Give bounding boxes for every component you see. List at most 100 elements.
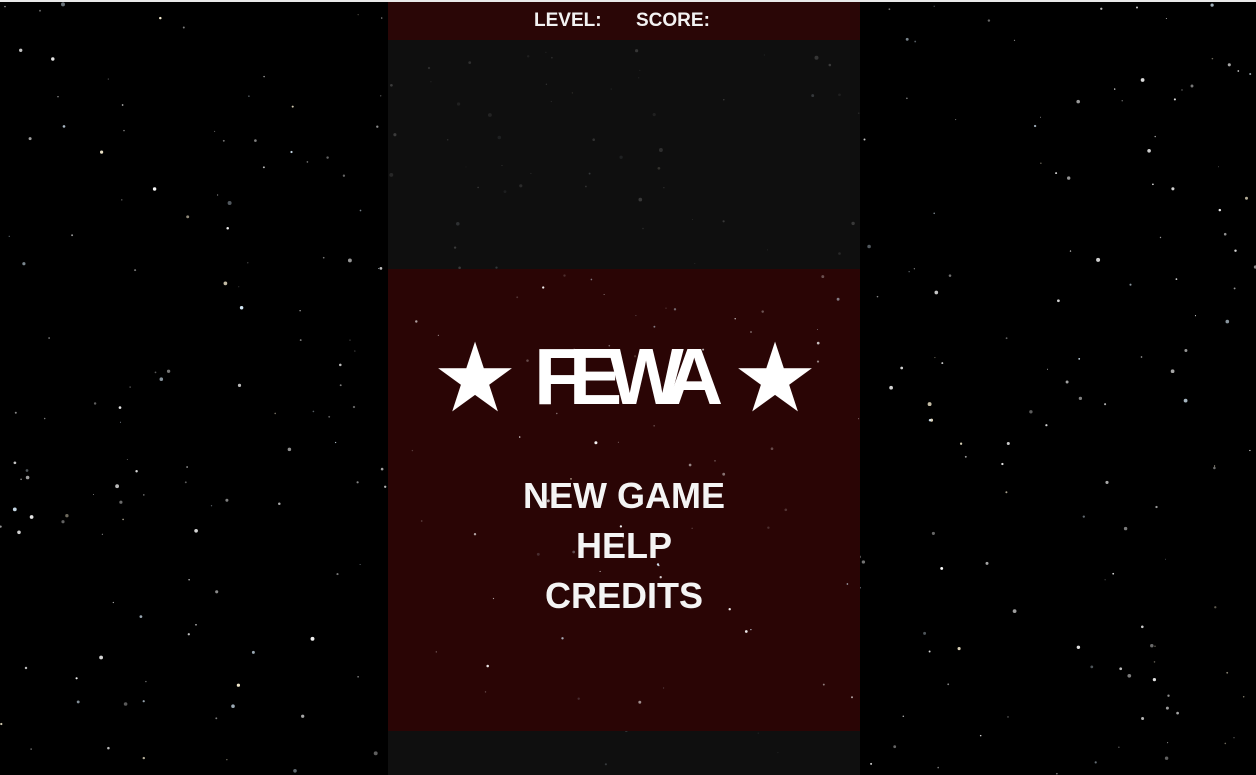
- background-star: [184, 481, 187, 484]
- background-star: [1183, 398, 1188, 403]
- background-star: [1094, 761, 1097, 764]
- background-star: [947, 683, 950, 686]
- background-star: [347, 258, 352, 263]
- background-star: [1112, 572, 1115, 575]
- background-star: [1233, 287, 1236, 290]
- background-star: [1165, 706, 1169, 710]
- background-star: [1153, 661, 1156, 663]
- background-star: [1127, 673, 1132, 678]
- background-star: [322, 256, 325, 259]
- background-star: [948, 274, 952, 277]
- star-icon: ★: [732, 322, 819, 434]
- background-star: [1194, 315, 1197, 317]
- background-star: [1055, 172, 1058, 175]
- background-star: [25, 469, 29, 472]
- background-star: [123, 129, 125, 132]
- background-star: [1165, 17, 1167, 20]
- background-star: [227, 201, 232, 205]
- background-star: [1012, 609, 1017, 613]
- credits-button[interactable]: CREDITS: [388, 574, 860, 618]
- background-star: [142, 756, 145, 760]
- background-star: [57, 95, 59, 98]
- background-star: [714, 460, 716, 462]
- background-star: [121, 199, 123, 201]
- background-star: [1154, 645, 1156, 647]
- score-label: SCORE:: [636, 10, 710, 31]
- background-star: [1167, 694, 1170, 697]
- background-star: [964, 455, 967, 458]
- game-viewport: LEVEL: SCORE: ★ FEWA ★ NEW GAME HELP CRE…: [0, 0, 1256, 775]
- help-button[interactable]: HELP: [388, 524, 860, 568]
- background-star: [836, 297, 840, 301]
- background-star: [1119, 667, 1123, 671]
- background-star: [750, 628, 752, 631]
- background-star: [154, 371, 157, 374]
- background-star: [61, 520, 65, 524]
- background-star: [1155, 505, 1158, 509]
- background-star: [933, 5, 935, 7]
- background-star: [1045, 424, 1048, 427]
- background-star: [101, 533, 103, 535]
- background-star: [222, 139, 225, 142]
- background-star: [1121, 100, 1123, 102]
- background-star: [112, 601, 114, 604]
- background-star: [121, 104, 124, 106]
- background-star: [603, 294, 605, 295]
- background-star: [13, 461, 17, 465]
- background-star: [214, 130, 216, 132]
- background-star: [563, 274, 566, 277]
- background-star: [20, 478, 22, 481]
- background-star: [339, 384, 342, 387]
- background-star: [356, 481, 359, 484]
- background-star: [51, 57, 55, 61]
- background-star: [913, 268, 915, 270]
- background-star: [1211, 57, 1214, 60]
- title-row: ★ FEWA ★: [388, 322, 860, 434]
- background-star: [770, 447, 774, 451]
- background-star: [1224, 742, 1227, 745]
- background-star: [959, 442, 963, 445]
- background-star: [1114, 88, 1116, 90]
- background-star: [1213, 466, 1216, 470]
- background-star: [166, 369, 171, 373]
- background-star: [821, 275, 825, 279]
- background-star: [931, 531, 935, 535]
- background-star: [1190, 84, 1194, 88]
- new-game-button[interactable]: NEW GAME: [388, 474, 860, 518]
- background-star: [1227, 63, 1231, 67]
- background-star: [1033, 124, 1037, 128]
- background-star: [215, 590, 219, 594]
- background-star: [435, 651, 437, 653]
- background-star: [1007, 716, 1009, 718]
- background-star: [274, 412, 277, 415]
- background-star: [4, 5, 6, 8]
- hud-bar: LEVEL: SCORE:: [388, 2, 860, 40]
- background-star: [119, 421, 121, 423]
- background-star: [1090, 665, 1094, 669]
- background-star: [29, 515, 34, 519]
- background-star: [188, 579, 190, 581]
- background-star: [908, 271, 910, 273]
- background-star: [278, 502, 281, 505]
- background-star: [1249, 72, 1252, 76]
- background-star: [1005, 337, 1008, 340]
- background-star: [357, 676, 359, 678]
- background-star: [334, 441, 337, 444]
- background-star: [941, 362, 944, 365]
- background-star: [1069, 250, 1072, 252]
- star-icon: ★: [432, 322, 519, 434]
- background-star: [1065, 380, 1069, 384]
- background-star: [594, 441, 598, 445]
- background-star: [378, 267, 380, 269]
- background-star: [979, 734, 982, 737]
- level-label: LEVEL:: [534, 10, 602, 31]
- background-star: [987, 19, 991, 22]
- background-star: [867, 244, 871, 249]
- background-star: [25, 475, 30, 480]
- background-star: [122, 518, 124, 521]
- background-star: [851, 696, 853, 699]
- background-star: [186, 466, 188, 468]
- background-star: [159, 377, 164, 381]
- background-star: [359, 564, 361, 565]
- background-star: [940, 566, 944, 570]
